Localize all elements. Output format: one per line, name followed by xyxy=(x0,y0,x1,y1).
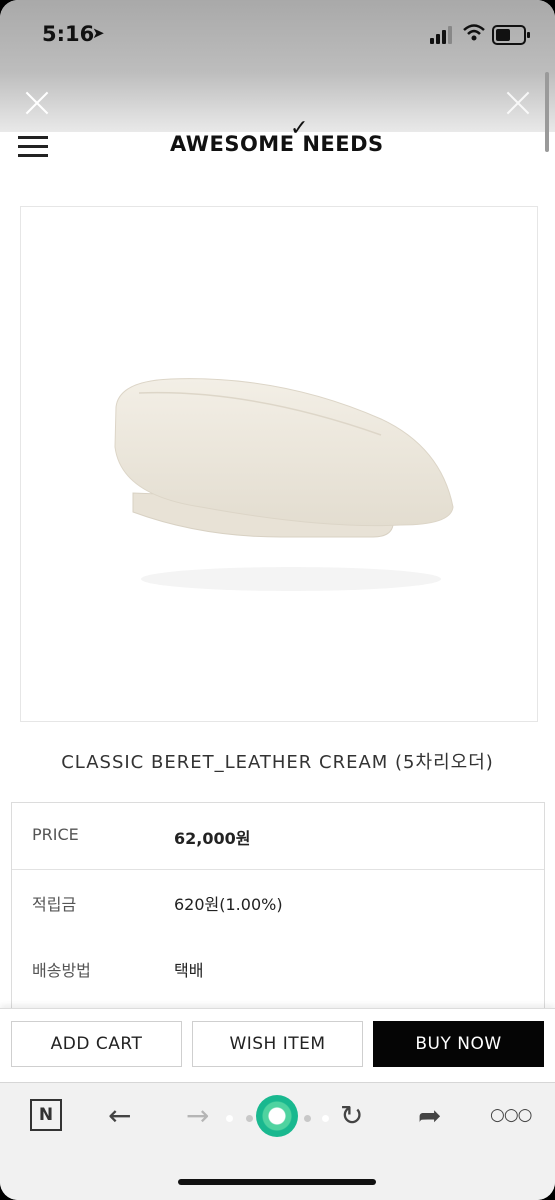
more-icon[interactable]: ○○○ xyxy=(490,1105,533,1125)
info-value: 62,000원 xyxy=(174,829,251,848)
menu-icon[interactable] xyxy=(18,136,48,158)
info-label: PRICE xyxy=(32,825,79,844)
refresh-icon[interactable]: ↻ xyxy=(340,1099,363,1132)
status-time: 5:16 xyxy=(42,22,95,46)
info-label: 적립금 xyxy=(32,895,77,914)
info-value: 620원(1.00%) xyxy=(174,895,283,914)
scrollbar[interactable] xyxy=(545,72,549,152)
page-dot xyxy=(246,1115,253,1122)
signal-icon xyxy=(430,26,456,44)
info-row-shipping: 배송방법 택배 xyxy=(12,935,544,1001)
purchase-action-bar: ADD CART WISH ITEM BUY NOW xyxy=(0,1008,555,1083)
product-info-table: PRICE 62,000원 적립금 620원(1.00%) 배송방법 택배 xyxy=(11,802,545,1019)
beret-image xyxy=(114,378,454,591)
browser-overlay-header xyxy=(0,72,555,132)
wifi-icon xyxy=(463,24,485,41)
info-row-points: 적립금 620원(1.00%) xyxy=(12,869,544,935)
page-dot xyxy=(322,1115,329,1122)
close-icon[interactable] xyxy=(505,90,531,116)
page-dot xyxy=(226,1115,233,1122)
forward-icon[interactable]: → xyxy=(186,1099,209,1132)
info-value: 택배 xyxy=(174,961,204,980)
product-image[interactable] xyxy=(20,206,538,722)
info-row-price: PRICE 62,000원 xyxy=(12,803,544,870)
buy-now-button[interactable]: BUY NOW xyxy=(373,1021,544,1067)
battery-icon xyxy=(492,25,530,45)
close-icon[interactable] xyxy=(24,90,50,116)
home-indicator[interactable] xyxy=(178,1179,376,1185)
phone-screen: 5:16 ➤ ✓ AWESOME NEEDS CLASSIC BERET_LEA… xyxy=(0,0,555,1200)
location-icon: ➤ xyxy=(92,24,105,42)
add-cart-button[interactable]: ADD CART xyxy=(11,1021,182,1067)
status-bar: 5:16 ➤ xyxy=(0,0,555,72)
naver-home-button[interactable]: N xyxy=(30,1099,62,1131)
back-icon[interactable]: ← xyxy=(108,1099,131,1132)
share-icon[interactable]: ➦ xyxy=(418,1099,441,1132)
product-title: CLASSIC BERET_LEATHER CREAM (5차리오더) xyxy=(61,752,494,773)
page-dot xyxy=(304,1115,311,1122)
wish-item-button[interactable]: WISH ITEM xyxy=(192,1021,363,1067)
green-dot-button[interactable] xyxy=(256,1095,298,1137)
info-label: 배송방법 xyxy=(32,961,91,980)
site-logo[interactable]: AWESOME NEEDS xyxy=(170,132,390,156)
